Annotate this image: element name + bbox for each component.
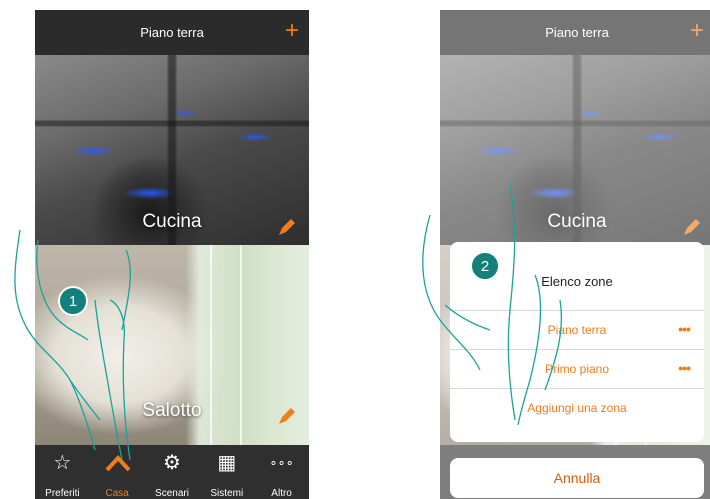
add-zone-label: Aggiungi una zona xyxy=(527,401,627,415)
zone-label: Salotto xyxy=(142,400,202,421)
step-badge-2: 2 xyxy=(470,251,500,281)
tab-label: Casa xyxy=(105,488,129,499)
zone-row-primo-piano[interactable]: Primo piano ••• xyxy=(450,349,704,388)
add-zone-button[interactable]: Aggiungi una zona xyxy=(450,388,704,427)
tab-scenari[interactable]: ⚙ Scenari xyxy=(145,445,200,499)
pencil-icon[interactable] xyxy=(277,406,297,426)
zone-row-label: Piano terra xyxy=(547,323,607,337)
tab-altro[interactable]: ∘∘∘ Altro xyxy=(254,445,309,499)
tab-label: Scenari xyxy=(155,488,189,499)
tab-label: Altro xyxy=(271,488,292,499)
pencil-icon[interactable] xyxy=(277,217,297,237)
home-chevron-icon xyxy=(105,455,131,472)
more-icon: ∘∘∘ xyxy=(269,455,294,470)
tab-label: Preferiti xyxy=(45,488,80,499)
more-options-icon[interactable]: ••• xyxy=(678,321,691,337)
page-title: Piano terra xyxy=(140,25,204,40)
zone-label: Cucina xyxy=(142,211,202,232)
tab-sistemi[interactable]: ▦ Sistemi xyxy=(199,445,254,499)
tab-label: Sistemi xyxy=(210,488,244,499)
grid-icon: ▦ xyxy=(217,452,237,474)
step-badge-1: 1 xyxy=(58,286,88,316)
tab-preferiti[interactable]: ☆ Preferiti xyxy=(35,445,90,499)
more-options-icon[interactable]: ••• xyxy=(678,360,691,376)
cancel-label: Annulla xyxy=(553,470,601,486)
star-icon: ☆ xyxy=(53,452,72,474)
zone-card-salotto[interactable]: Salotto xyxy=(35,245,309,445)
zone-row-label: Primo piano xyxy=(544,362,610,376)
add-icon[interactable]: + xyxy=(285,19,299,43)
scenario-icon: ⚙ xyxy=(163,452,181,474)
phone-screen-left: Piano terra + Cucina Salotto ☆ Preferiti… xyxy=(35,10,309,499)
cancel-button[interactable]: Annulla xyxy=(450,458,704,498)
top-bar: Piano terra + xyxy=(35,10,309,55)
zone-card-cucina[interactable]: Cucina xyxy=(35,55,309,245)
tab-casa[interactable]: Casa xyxy=(90,445,145,499)
zone-row-piano-terra[interactable]: Piano terra ••• xyxy=(450,310,704,349)
bottom-tab-bar: ☆ Preferiti Casa ⚙ Scenari ▦ Sistemi ∘∘∘… xyxy=(35,445,309,499)
